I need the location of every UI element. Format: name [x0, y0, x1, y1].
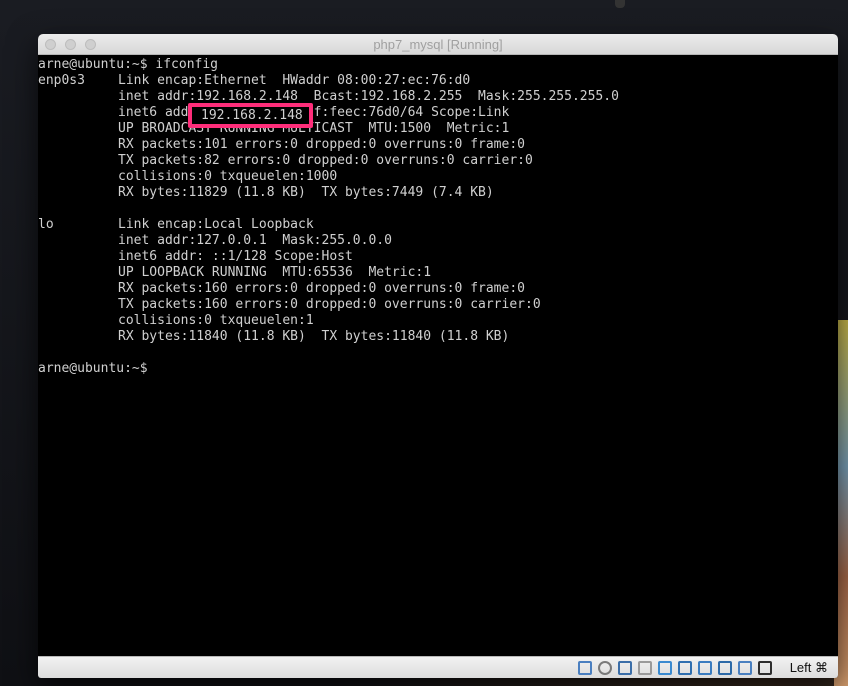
- terminal-line-text: Link encap:Ethernet HWaddr 08:00:27:ec:7…: [118, 73, 471, 88]
- highlighted-ip-address: 192.168.2.148: [201, 108, 303, 123]
- terminal-line-text: inet6 addr: fe80::a00:27ff:feec:76d0/64 …: [118, 105, 510, 120]
- terminal-line-text: TX packets:82 errors:0 dropped:0 overrun…: [118, 153, 533, 168]
- terminal-line-text: RX packets:160 errors:0 dropped:0 overru…: [118, 281, 525, 296]
- terminal-line-text: RX bytes:11829 (11.8 KB) TX bytes:7449 (…: [118, 185, 494, 200]
- shared-folders-icon[interactable]: [638, 661, 652, 675]
- usb-icon[interactable]: [618, 661, 632, 675]
- host-key-label: Left ⌘: [789, 660, 828, 675]
- video-capture-icon[interactable]: [718, 661, 732, 675]
- terminal-line-text: Link encap:Local Loopback: [118, 217, 314, 232]
- terminal-line-label: arne@ubuntu:~$: [38, 361, 148, 376]
- ip-address-highlight: 192.168.2.148: [188, 103, 313, 128]
- terminal-line-label: arne@ubuntu:~$ ifconfig: [38, 57, 219, 72]
- hard-disk-icon[interactable]: [578, 661, 592, 675]
- terminal-line-text: inet6 addr: ::1/128 Scope:Host: [118, 249, 353, 264]
- title-bar[interactable]: php7_mysql [Running]: [38, 34, 838, 55]
- terminal-screen[interactable]: arne@ubuntu:~$ ifconfig enp0s3 Link encap:…: [38, 55, 838, 655]
- terminal-line-text: inet addr:127.0.0.1 Mask:255.0.0.0: [118, 233, 392, 248]
- terminal-line-label: lo: [38, 217, 54, 232]
- terminal-line-text: UP BROADCAST RUNNING MULTICAST MTU:1500 …: [118, 121, 510, 136]
- keyboard-arrow-icon[interactable]: [758, 661, 772, 675]
- terminal-line-text: RX packets:101 errors:0 dropped:0 overru…: [118, 137, 525, 152]
- virtualbox-vm-window: php7_mysql [Running] arne@ubuntu:~$ ifco…: [38, 34, 838, 678]
- cpu-icon[interactable]: [738, 661, 752, 675]
- terminal-line-label: enp0s3: [38, 73, 85, 88]
- network-icon[interactable]: [698, 661, 712, 675]
- wallpaper-detail: [615, 0, 625, 8]
- terminal-line-text: TX packets:160 errors:0 dropped:0 overru…: [118, 297, 541, 312]
- vm-status-bar: Left ⌘: [38, 656, 838, 678]
- terminal-line-text: collisions:0 txqueuelen:1: [118, 313, 314, 328]
- terminal-line-text: RX bytes:11840 (11.8 KB) TX bytes:11840 …: [118, 329, 510, 344]
- terminal-line-text: UP LOOPBACK RUNNING MTU:65536 Metric:1: [118, 265, 432, 280]
- pencil-icon[interactable]: [658, 661, 672, 675]
- optical-drive-icon[interactable]: [598, 661, 612, 675]
- terminal-line-text: collisions:0 txqueuelen:1000: [118, 169, 338, 184]
- display-icon[interactable]: [678, 661, 692, 675]
- window-title: php7_mysql [Running]: [373, 37, 503, 52]
